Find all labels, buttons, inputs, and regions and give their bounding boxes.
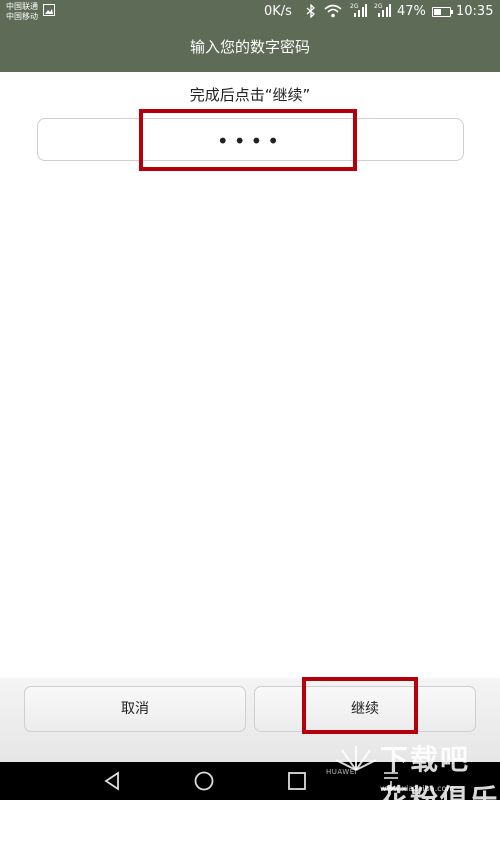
status-bar: 中国联通 中国移动 0K/s 2G 2G 47% 10:35 — [0, 0, 500, 24]
watermark-url: www.xiazaiba.com — [380, 784, 455, 793]
carrier-1: 中国联通 — [6, 2, 38, 11]
image-notification-icon — [43, 4, 55, 16]
battery-percent: 47% — [397, 4, 426, 19]
battery-cap — [451, 10, 453, 14]
page-title: 输入您的数字密码 — [189, 38, 310, 56]
back-icon[interactable] — [103, 771, 121, 791]
cell-signal-icon-1: 2G — [350, 3, 367, 17]
bluetooth-icon — [306, 4, 315, 18]
watermark-text: 下载吧 花粉俱乐部 — [380, 743, 500, 856]
app-header: 输入您的数字密码 — [0, 24, 500, 72]
wifi-icon — [324, 4, 342, 18]
clock: 10:35 — [456, 4, 494, 19]
cancel-button[interactable]: 取消 — [24, 686, 246, 732]
battery-icon — [432, 7, 453, 17]
net-speed: 0K/s — [264, 4, 292, 19]
network-badge-2: 2G — [374, 3, 383, 10]
network-badge-1: 2G — [350, 3, 359, 10]
home-icon[interactable] — [194, 771, 214, 791]
instruction-text: 完成后点击“继续” — [189, 86, 311, 104]
battery-fill — [434, 9, 442, 15]
cell-signal-icon-2: 2G — [374, 3, 391, 17]
pin-entry-area: 完成后点击“继续” •••• — [0, 72, 500, 678]
highlight-box-continue — [302, 677, 418, 734]
watermark-logo — [335, 746, 377, 771]
recents-icon[interactable] — [287, 771, 307, 791]
highlight-box-pin — [139, 109, 357, 171]
carrier-labels: 中国联通 中国移动 — [6, 2, 38, 22]
carrier-2: 中国移动 — [6, 12, 38, 21]
